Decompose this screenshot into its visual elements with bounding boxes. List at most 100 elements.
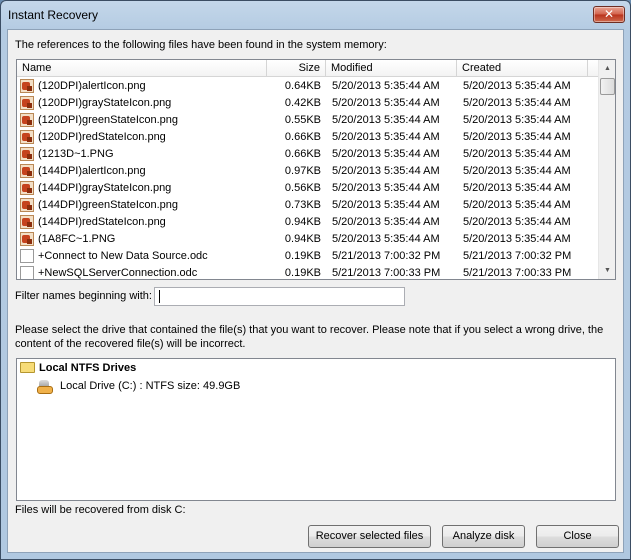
file-row[interactable]: (120DPI)grayStateIcon.png 0.42KB 5/20/2013… bbox=[17, 95, 600, 112]
file-size: 0.97KB bbox=[284, 165, 321, 177]
file-created: 5/20/2013 5:35:44 AM bbox=[463, 97, 571, 109]
file-modified: 5/21/2013 7:00:33 PM bbox=[332, 267, 441, 279]
status-text: Files will be recovered from disk C: bbox=[15, 504, 186, 516]
tree-item-drive-c[interactable]: Local Drive (C:) : NTFS size: 49.9GB bbox=[17, 377, 615, 395]
file-modified: 5/20/2013 5:35:44 AM bbox=[332, 80, 440, 92]
file-name: (1213D~1.PNG bbox=[38, 148, 114, 160]
file-name: (144DPI)greenStateIcon.png bbox=[38, 199, 179, 211]
column-header-modified[interactable]: Modified bbox=[326, 60, 457, 77]
file-created: 5/20/2013 5:35:44 AM bbox=[463, 131, 571, 143]
file-modified: 5/20/2013 5:35:44 AM bbox=[332, 97, 440, 109]
scroll-down-button[interactable]: ▼ bbox=[599, 262, 615, 279]
file-modified: 5/20/2013 5:35:44 AM bbox=[332, 114, 440, 126]
file-list[interactable]: Name Size Modified Created (120DPI)alert… bbox=[16, 59, 616, 280]
file-modified: 5/20/2013 5:35:44 AM bbox=[332, 182, 440, 194]
drive-label: Local Drive (C:) : NTFS size: 49.9GB bbox=[60, 380, 241, 392]
file-name: (120DPI)redStateIcon.png bbox=[38, 131, 166, 143]
document-file-icon bbox=[20, 266, 34, 279]
file-created: 5/21/2013 7:00:33 PM bbox=[463, 267, 572, 279]
file-created: 5/21/2013 7:00:32 PM bbox=[463, 250, 572, 262]
chevron-down-icon: ▼ bbox=[604, 267, 611, 274]
file-name: (1A8FC~1.PNG bbox=[38, 233, 116, 245]
file-modified: 5/20/2013 5:35:44 AM bbox=[332, 165, 440, 177]
file-created: 5/20/2013 5:35:44 AM bbox=[463, 148, 571, 160]
file-row[interactable]: (120DPI)greenStateIcon.png 0.55KB 5/20/201… bbox=[17, 112, 600, 129]
file-list-header: Name Size Modified Created bbox=[17, 60, 600, 77]
image-file-icon bbox=[20, 181, 34, 195]
file-row[interactable]: (144DPI)grayStateIcon.png 0.56KB 5/20/2013… bbox=[17, 180, 600, 197]
filter-input[interactable] bbox=[154, 287, 405, 306]
image-file-icon bbox=[20, 198, 34, 212]
file-row[interactable]: +Connect to New Data Source.odc 0.19KB 5/2… bbox=[17, 248, 600, 265]
file-row[interactable]: (144DPI)greenStateIcon.png 0.73KB 5/20/201… bbox=[17, 197, 600, 214]
file-size: 0.19KB bbox=[284, 250, 321, 262]
image-file-icon bbox=[20, 164, 34, 178]
hard-drive-icon bbox=[37, 380, 53, 394]
dialog-body: The references to the following files ha… bbox=[7, 29, 624, 553]
file-modified: 5/20/2013 5:35:44 AM bbox=[332, 131, 440, 143]
image-file-icon bbox=[20, 215, 34, 229]
file-created: 5/20/2013 5:35:44 AM bbox=[463, 80, 571, 92]
drive-tree[interactable]: Local NTFS Drives Local Drive (C:) : NTF… bbox=[16, 358, 616, 501]
file-created: 5/20/2013 5:35:44 AM bbox=[463, 199, 571, 211]
file-name: (144DPI)alertIcon.png bbox=[38, 165, 146, 177]
scroll-up-button[interactable]: ▲ bbox=[599, 60, 615, 77]
image-file-icon bbox=[20, 147, 34, 161]
intro-text: The references to the following files ha… bbox=[15, 39, 387, 51]
drive-prompt-line-1: Please select the drive that contained t… bbox=[15, 324, 604, 336]
file-name: +Connect to New Data Source.odc bbox=[38, 250, 208, 262]
file-size: 0.94KB bbox=[284, 233, 321, 245]
file-size: 0.19KB bbox=[284, 267, 321, 279]
file-row[interactable]: +NewSQLServerConnection.odc 0.19KB 5/21/20… bbox=[17, 265, 600, 279]
scrollbar-thumb[interactable] bbox=[600, 78, 615, 95]
column-header-created[interactable]: Created bbox=[457, 60, 588, 77]
tree-group-local-ntfs[interactable]: Local NTFS Drives bbox=[17, 359, 615, 377]
image-file-icon bbox=[20, 232, 34, 246]
file-row[interactable]: (1213D~1.PNG 0.66KB 5/20/2013 5:35:44 AM 5/… bbox=[17, 146, 600, 163]
file-size: 0.56KB bbox=[284, 182, 321, 194]
close-button[interactable]: Close bbox=[536, 525, 619, 548]
file-row[interactable]: (1A8FC~1.PNG 0.94KB 5/20/2013 5:35:44 AM 5/… bbox=[17, 231, 600, 248]
file-list-rows: (120DPI)alertIcon.png 0.64KB 5/20/2013 5:3… bbox=[17, 78, 600, 279]
tree-group-label: Local NTFS Drives bbox=[39, 362, 137, 374]
file-row[interactable]: (120DPI)alertIcon.png 0.64KB 5/20/2013 5:3… bbox=[17, 78, 600, 95]
document-file-icon bbox=[20, 249, 34, 263]
image-file-icon bbox=[20, 79, 34, 93]
filter-label: Filter names beginning with: bbox=[15, 290, 152, 302]
file-size: 0.42KB bbox=[284, 97, 321, 109]
folder-icon bbox=[20, 362, 35, 373]
file-name: (120DPI)greenStateIcon.png bbox=[38, 114, 179, 126]
file-row[interactable]: (120DPI)redStateIcon.png 0.66KB 5/20/2013 … bbox=[17, 129, 600, 146]
file-size: 0.55KB bbox=[284, 114, 321, 126]
file-modified: 5/20/2013 5:35:44 AM bbox=[332, 216, 440, 228]
close-window-button[interactable]: ✕ bbox=[593, 6, 625, 23]
file-size: 0.73KB bbox=[284, 199, 321, 211]
file-name: +NewSQLServerConnection.odc bbox=[38, 267, 198, 279]
file-row[interactable]: (144DPI)redStateIcon.png 0.94KB 5/20/2013 … bbox=[17, 214, 600, 231]
file-size: 0.64KB bbox=[284, 80, 321, 92]
file-size: 0.66KB bbox=[284, 148, 321, 160]
window-title: Instant Recovery bbox=[8, 8, 99, 22]
file-created: 5/20/2013 5:35:44 AM bbox=[463, 233, 571, 245]
file-modified: 5/20/2013 5:35:44 AM bbox=[332, 148, 440, 160]
image-file-icon bbox=[20, 113, 34, 127]
file-row[interactable]: (144DPI)alertIcon.png 0.97KB 5/20/2013 5:3… bbox=[17, 163, 600, 180]
drive-prompt-line-2: content of the recovered file(s) will be… bbox=[15, 338, 246, 350]
file-created: 5/20/2013 5:35:44 AM bbox=[463, 182, 571, 194]
file-size: 0.94KB bbox=[284, 216, 321, 228]
file-name: (120DPI)grayStateIcon.png bbox=[38, 97, 172, 109]
file-created: 5/20/2013 5:35:44 AM bbox=[463, 216, 571, 228]
column-header-size[interactable]: Size bbox=[267, 60, 326, 77]
column-header-name[interactable]: Name bbox=[17, 60, 267, 77]
file-size: 0.66KB bbox=[284, 131, 321, 143]
file-created: 5/20/2013 5:35:44 AM bbox=[463, 114, 571, 126]
analyze-disk-button[interactable]: Analyze disk bbox=[442, 525, 525, 548]
file-created: 5/20/2013 5:35:44 AM bbox=[463, 165, 571, 177]
file-name: (144DPI)grayStateIcon.png bbox=[38, 182, 172, 194]
file-name: (144DPI)redStateIcon.png bbox=[38, 216, 166, 228]
file-list-scrollbar[interactable]: ▲ ▼ bbox=[598, 60, 615, 279]
file-modified: 5/20/2013 5:35:44 AM bbox=[332, 233, 440, 245]
recover-selected-files-button[interactable]: Recover selected files bbox=[308, 525, 431, 548]
title-bar[interactable]: Instant Recovery ✕ bbox=[1, 1, 630, 29]
file-modified: 5/20/2013 5:35:44 AM bbox=[332, 199, 440, 211]
